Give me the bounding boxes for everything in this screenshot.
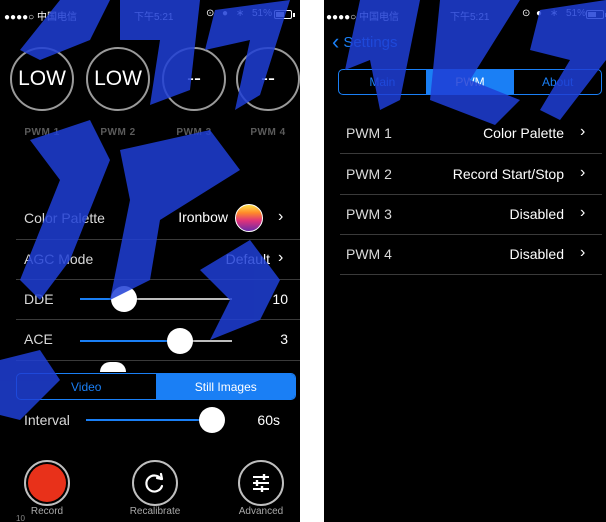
pwm-1-readout: LOW	[10, 47, 74, 111]
sliders-icon	[253, 474, 269, 492]
alarm-icon: ●	[222, 8, 229, 19]
chevron-left-icon: ‹	[332, 29, 340, 54]
recalibrate-button[interactable]	[132, 460, 178, 506]
divider	[16, 319, 300, 320]
tab-main[interactable]: Main	[339, 70, 426, 94]
battery-text: 51%	[566, 8, 587, 19]
status-bar: ●●●●○ 中国电信 下午5:21 ⊙ ● ∗ 51%	[0, 5, 300, 23]
pwm-1-row-value: Color Palette	[483, 125, 564, 141]
battery-text: 51%	[252, 8, 273, 19]
palette-swatch-icon	[235, 204, 263, 232]
advanced-label: Advanced	[238, 506, 284, 517]
divider	[16, 279, 300, 280]
pwm-3-row-label: PWM 3	[346, 206, 392, 222]
main-screen: ●●●●○ 中国电信 下午5:21 ⊙ ● ∗ 51% LOW LOW -- -…	[0, 0, 300, 522]
clock-text: 下午5:21	[134, 12, 174, 23]
pwm-3-row[interactable]: PWM 3 Disabled ›	[324, 194, 606, 234]
back-label: Settings	[343, 33, 398, 51]
mode-segmented-control: Video Still Images	[16, 373, 296, 400]
battery-icon	[274, 10, 295, 19]
partial-slider-thumb[interactable]	[100, 362, 126, 372]
status-bar: ●●●●○ 中国电信 下午5:21 ⊙ ● ∗ 51%	[324, 5, 606, 23]
location-icon: ⊙	[206, 8, 215, 19]
back-button[interactable]: ‹ Settings	[332, 29, 398, 54]
battery-icon	[586, 10, 606, 19]
pwm-3-row-value: Disabled	[509, 206, 564, 222]
pwm-3-label: PWM 3	[176, 127, 212, 138]
pwm-4-label: PWM 4	[250, 127, 286, 138]
bluetooth-icon: ∗	[236, 8, 245, 19]
ace-value: 3	[280, 331, 288, 347]
ace-label: ACE	[24, 331, 53, 347]
segment-video[interactable]: Video	[17, 374, 156, 399]
chevron-right-icon: ›	[580, 123, 586, 140]
pwm-1-row[interactable]: PWM 1 Color Palette ›	[324, 113, 606, 153]
carrier-text: ●●●●○ 中国电信	[4, 12, 77, 23]
pwm-4-row-value: Disabled	[509, 246, 564, 262]
pwm-settings-screen: ●●●●○ 中国电信 下午5:21 ⊙ ● ∗ 51% ‹ Settings M…	[324, 0, 606, 522]
pwm-2-row-label: PWM 2	[346, 166, 392, 182]
pwm-2-readout: LOW	[86, 47, 150, 111]
location-icon: ⊙	[522, 8, 531, 19]
tab-about[interactable]: About	[513, 70, 601, 94]
pwm-4-readout: --	[236, 47, 300, 111]
agc-mode-row[interactable]: AGC Mode Default ›	[0, 240, 300, 278]
chevron-right-icon: ›	[580, 204, 586, 221]
slider-thumb[interactable]	[167, 328, 193, 354]
slider-fill	[80, 340, 180, 342]
agc-mode-label: AGC Mode	[24, 251, 94, 267]
record-icon	[28, 464, 66, 502]
bluetooth-icon: ∗	[550, 8, 559, 19]
tab-pwm[interactable]: PWM	[425, 70, 514, 94]
divider	[16, 360, 300, 361]
segment-still-images[interactable]: Still Images	[155, 374, 295, 399]
slider-thumb[interactable]	[111, 286, 137, 312]
slider-track-remaining	[124, 298, 232, 300]
pwm-4-row[interactable]: PWM 4 Disabled ›	[324, 234, 606, 274]
footer-number: 10	[16, 514, 25, 522]
pwm-3-readout: --	[162, 47, 226, 111]
slider-thumb[interactable]	[199, 407, 225, 433]
recalibrate-label: Recalibrate	[129, 506, 181, 517]
record-button[interactable]	[24, 460, 70, 506]
pwm-2-label: PWM 2	[100, 127, 136, 138]
dde-label: DDE	[24, 291, 54, 307]
interval-label: Interval	[24, 412, 70, 428]
pwm-4-row-label: PWM 4	[346, 246, 392, 262]
carrier-text: ●●●●○ 中国电信	[326, 12, 399, 23]
refresh-icon	[145, 472, 164, 493]
pwm-2-row-value: Record Start/Stop	[452, 166, 564, 182]
chevron-right-icon: ›	[278, 208, 284, 225]
pwm-1-label: PWM 1	[24, 127, 60, 138]
agc-mode-value: Default	[225, 251, 270, 267]
divider	[340, 274, 602, 275]
slider-fill	[86, 419, 212, 421]
chevron-right-icon: ›	[580, 164, 586, 181]
pwm-1-row-label: PWM 1	[346, 125, 392, 141]
chevron-right-icon: ›	[580, 244, 586, 261]
chevron-right-icon: ›	[278, 249, 284, 266]
color-palette-label: Color Palette	[24, 210, 105, 226]
advanced-button[interactable]	[238, 460, 284, 506]
dde-value: 10	[272, 291, 288, 307]
pwm-2-row[interactable]: PWM 2 Record Start/Stop ›	[324, 154, 606, 194]
clock-text: 下午5:21	[450, 12, 490, 23]
alarm-icon: ●	[536, 8, 543, 19]
settings-tabs: Main PWM About	[338, 69, 602, 95]
interval-value: 60s	[257, 412, 280, 428]
color-palette-value: Ironbow	[178, 209, 228, 225]
